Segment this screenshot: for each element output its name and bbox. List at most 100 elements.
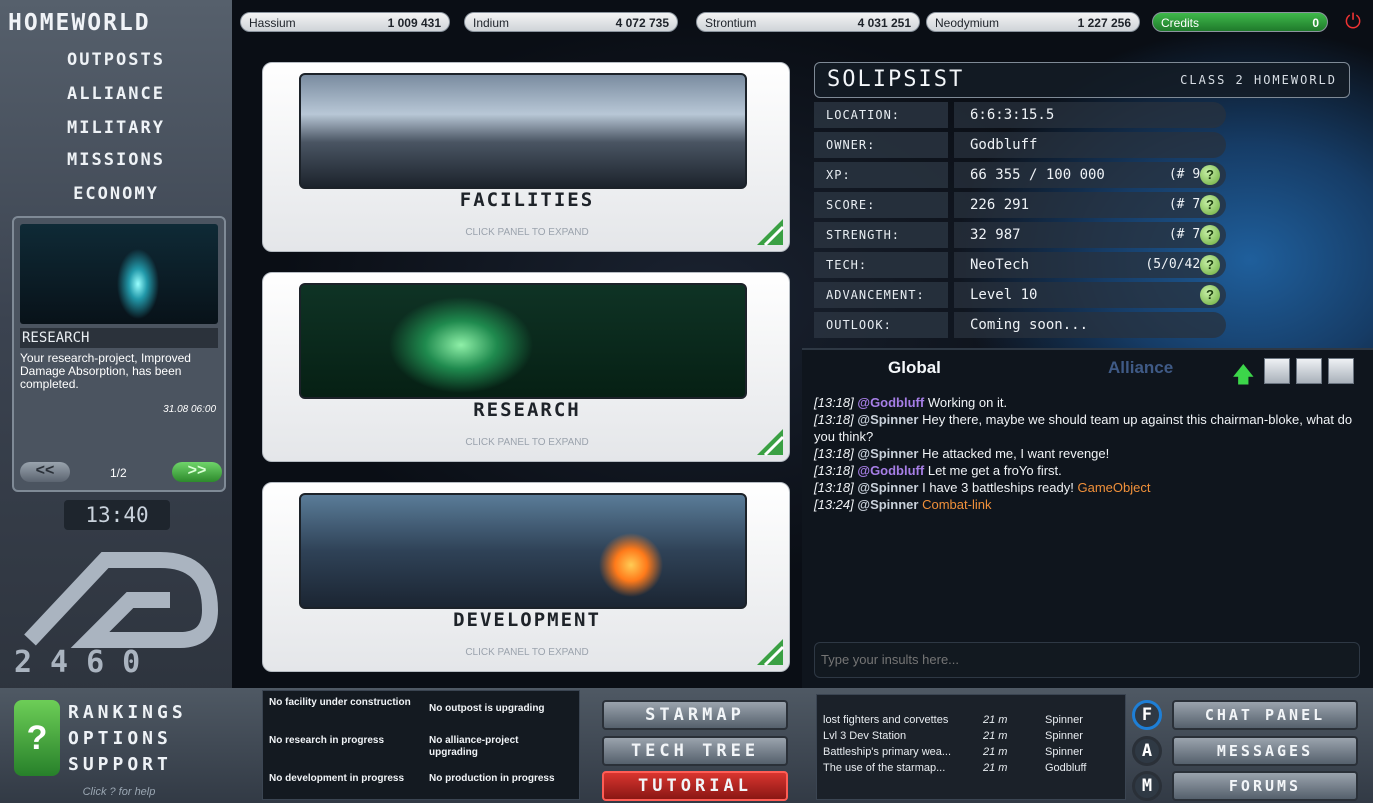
help-icon[interactable]: ? xyxy=(1200,165,1220,185)
panel-hint: CLICK PANEL TO EXPAND xyxy=(465,227,589,238)
forum-filter-f[interactable]: F xyxy=(1132,700,1162,730)
resource-value: 1 009 431 xyxy=(387,16,441,30)
forum-filter-m[interactable]: M xyxy=(1132,771,1162,801)
chat-messages: [13:18] @Godbluff Working on it. [13:18]… xyxy=(814,394,1364,513)
info-label: TECH: xyxy=(814,252,948,278)
nav-outposts[interactable]: OUTPOSTS xyxy=(0,50,232,70)
starmap-button[interactable]: STARMAP xyxy=(602,700,788,730)
chat-user[interactable]: @Godbluff xyxy=(857,395,924,410)
expand-icon[interactable] xyxy=(755,217,785,247)
tech-tree-button[interactable]: TECH TREE xyxy=(602,736,788,766)
news-next-button[interactable]: >> xyxy=(172,462,222,482)
nav-alliance[interactable]: ALLIANCE xyxy=(0,84,232,104)
status-alliance: No alliance-project upgrading xyxy=(429,735,519,758)
research-panel[interactable]: RESEARCH CLICK PANEL TO EXPAND xyxy=(262,272,790,462)
info-label: STRENGTH: xyxy=(814,222,948,248)
chat-message: [13:18] @Spinner He attacked me, I want … xyxy=(814,446,1110,461)
resource-neodymium: Neodymium 1 227 256 xyxy=(926,12,1140,32)
resource-name: Hassium xyxy=(249,16,296,30)
chat-user[interactable]: @Spinner xyxy=(857,497,918,512)
forum-row[interactable]: Battleship's primary wea... 21 m Spinner xyxy=(823,745,1123,759)
status-outpost: No outpost is upgrading xyxy=(429,703,545,714)
resource-name: Indium xyxy=(473,16,510,30)
chat-panel: Global Alliance 🡅 [13:18] @Godbluff Work… xyxy=(802,348,1373,688)
layout-tall-icon[interactable] xyxy=(1264,358,1290,384)
resource-value: 0 xyxy=(1312,16,1319,30)
construction-status: No facility under construction No outpos… xyxy=(262,690,580,800)
resource-name: Strontium xyxy=(705,16,757,30)
info-value: Level 10 xyxy=(954,282,1226,308)
help-icon[interactable]: ? xyxy=(1200,195,1220,215)
news-prev-button[interactable]: << xyxy=(20,462,70,482)
planet-name: SOLIPSIST xyxy=(827,67,965,92)
tab-global[interactable]: Global xyxy=(888,358,941,378)
info-value: 66 355 / 100 000 (# 9) xyxy=(954,162,1226,188)
nav-economy[interactable]: ECONOMY xyxy=(0,184,232,204)
info-row-tech: TECH: NeoTech (5/0/42) ? xyxy=(814,252,1226,278)
chat-link[interactable]: GameObject xyxy=(1077,480,1150,495)
chat-user[interactable]: @Spinner xyxy=(857,446,918,461)
development-panel[interactable]: DEVELOPMENT CLICK PANEL TO EXPAND xyxy=(262,482,790,672)
info-value: NeoTech (5/0/42) xyxy=(954,252,1226,278)
info-label: SCORE: xyxy=(814,192,948,218)
messages-button[interactable]: MESSAGES xyxy=(1172,736,1358,766)
forum-row[interactable]: Lvl 3 Dev Station 21 m Spinner xyxy=(823,729,1123,743)
development-image xyxy=(299,493,747,609)
power-icon[interactable]: ⏻ xyxy=(1342,11,1364,33)
help-question-icon[interactable]: ? xyxy=(14,700,60,776)
help-icon[interactable]: ? xyxy=(1200,225,1220,245)
chat-message: [13:18] @Spinner Hey there, maybe we sho… xyxy=(814,412,1353,444)
expand-icon[interactable] xyxy=(755,427,785,457)
chat-link[interactable]: Combat-link xyxy=(922,497,991,512)
arrow-up-icon[interactable]: 🡅 xyxy=(1232,358,1255,396)
layout-small-icon[interactable] xyxy=(1328,358,1354,384)
chat-input[interactable] xyxy=(814,642,1360,678)
planet-info-panel: SOLIPSIST CLASS 2 HOMEWORLD LOCATION: 6:… xyxy=(814,62,1350,344)
nav-title[interactable]: HOMEWORLD xyxy=(8,10,151,36)
info-value-text: 226 291 xyxy=(970,197,1030,213)
tutorial-button[interactable]: TUTORIAL xyxy=(602,771,788,801)
status-production: No production in progress xyxy=(429,773,555,784)
forum-list: lost fighters and corvettes 21 m Spinner L… xyxy=(816,694,1126,800)
info-value: 6:6:3:15.5 xyxy=(954,102,1226,128)
info-row-location: LOCATION: 6:6:3:15.5 xyxy=(814,102,1226,128)
panel-title: RESEARCH xyxy=(473,399,581,421)
support-link[interactable]: SUPPORT xyxy=(68,754,172,775)
forums-button[interactable]: FORUMS xyxy=(1172,771,1358,801)
options-link[interactable]: OPTIONS xyxy=(68,728,172,749)
chat-message: [13:24] @Spinner Combat-link xyxy=(814,497,992,512)
chat-user[interactable]: @Spinner xyxy=(857,480,918,495)
chat-user[interactable]: @Spinner xyxy=(857,412,918,427)
panel-hint: CLICK PANEL TO EXPAND xyxy=(465,437,589,448)
tab-alliance[interactable]: Alliance xyxy=(1108,358,1173,378)
help-icon[interactable]: ? xyxy=(1200,255,1220,275)
status-development: No development in progress xyxy=(269,773,405,784)
forum-row[interactable]: The use of the starmap... 21 m Godbluff xyxy=(823,761,1123,775)
info-label: OWNER: xyxy=(814,132,948,158)
info-label: LOCATION: xyxy=(814,102,948,128)
info-label: XP: xyxy=(814,162,948,188)
news-image xyxy=(20,224,218,324)
resource-bar: Hassium 1 009 431 Indium 4 072 735 Stron… xyxy=(232,8,1373,36)
panel-title: DEVELOPMENT xyxy=(453,609,601,631)
game-logo: 2460 xyxy=(14,552,219,680)
forum-row[interactable]: lost fighters and corvettes 21 m Spinner xyxy=(823,713,1123,727)
info-value: 32 987 (# 7) xyxy=(954,222,1226,248)
rankings-link[interactable]: RANKINGS xyxy=(68,702,187,723)
chat-user[interactable]: @Godbluff xyxy=(857,463,924,478)
nav-military[interactable]: MILITARY xyxy=(0,118,232,138)
left-navigation: HOMEWORLD OUTPOSTS ALLIANCE MILITARY MIS… xyxy=(0,0,232,803)
forum-filter-a[interactable]: A xyxy=(1132,736,1162,766)
news-date: 31.08 06:00 xyxy=(163,404,216,415)
chat-panel-button[interactable]: CHAT PANEL xyxy=(1172,700,1358,730)
news-text: Your research-project, Improved Damage A… xyxy=(20,351,191,391)
facilities-panel[interactable]: FACILITIES CLICK PANEL TO EXPAND xyxy=(262,62,790,252)
nav-missions[interactable]: MISSIONS xyxy=(0,150,232,170)
resource-value: 4 072 735 xyxy=(615,16,669,30)
layout-wide-icon[interactable] xyxy=(1296,358,1322,384)
help-icon[interactable]: ? xyxy=(1200,285,1220,305)
expand-icon[interactable] xyxy=(755,637,785,667)
planet-header: SOLIPSIST CLASS 2 HOMEWORLD xyxy=(814,62,1350,98)
info-value[interactable]: Godbluff xyxy=(954,132,1226,158)
status-research: No research in progress xyxy=(269,735,385,746)
